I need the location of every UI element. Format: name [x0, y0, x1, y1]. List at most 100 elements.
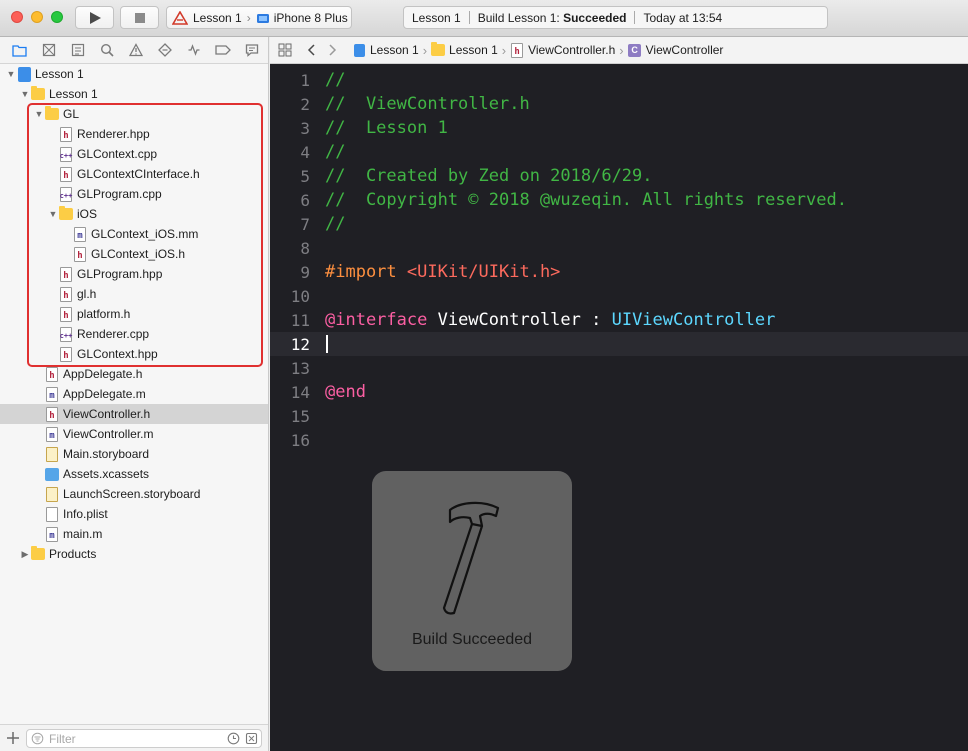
chevron-right-icon: ›: [501, 42, 507, 58]
tree-row[interactable]: h GLContext.hpp: [0, 344, 268, 364]
debug-navigator-tab[interactable]: [179, 40, 208, 60]
project-navigator-tab[interactable]: [5, 40, 34, 60]
tree-row[interactable]: m GLContext_iOS.mm: [0, 224, 268, 244]
code-line[interactable]: 13: [270, 356, 968, 380]
test-navigator-tab[interactable]: [150, 40, 179, 60]
code-line[interactable]: 12: [270, 332, 968, 356]
tree-row[interactable]: h Renderer.hpp: [0, 124, 268, 144]
tree-row[interactable]: m main.m: [0, 524, 268, 544]
code-line[interactable]: 9 #import <UIKit/UIKit.h>: [270, 260, 968, 284]
report-navigator-tab[interactable]: [237, 40, 266, 60]
code-text: // Copyright © 2018 @wuzeqin. All rights…: [325, 190, 847, 210]
tree-row-label: GLContextCInterface.h: [77, 167, 200, 181]
cpp-file-icon: c++: [59, 186, 73, 202]
tree-row[interactable]: ▼ Lesson 1: [0, 64, 268, 84]
project-icon: [352, 43, 366, 58]
tree-row[interactable]: ▶ Products: [0, 544, 268, 564]
code-line[interactable]: 14 @end: [270, 380, 968, 404]
folder-icon: [431, 42, 446, 58]
issue-navigator-tab[interactable]: [121, 40, 150, 60]
minimize-window-button[interactable]: [31, 11, 43, 23]
activity-project-label: Lesson 1: [412, 10, 461, 25]
code-line[interactable]: 16: [270, 428, 968, 452]
tree-row[interactable]: LaunchScreen.storyboard: [0, 484, 268, 504]
code-token: @end: [325, 382, 366, 402]
filter-options-icon[interactable]: [245, 732, 258, 745]
close-window-button[interactable]: [11, 11, 23, 23]
stop-button[interactable]: [120, 6, 159, 29]
code-line[interactable]: 11 @interface ViewController : UIViewCont…: [270, 308, 968, 332]
code-line[interactable]: 15: [270, 404, 968, 428]
disclosure-expanded-icon[interactable]: ▼: [5, 69, 17, 79]
jump-crumb-file[interactable]: h ViewController.h: [510, 42, 615, 58]
tree-row[interactable]: c++ GLContext.cpp: [0, 144, 268, 164]
code-line[interactable]: 4 //: [270, 140, 968, 164]
tree-row-label: AppDelegate.h: [63, 367, 143, 381]
symbol-navigator-tab[interactable]: [63, 40, 92, 60]
tree-row[interactable]: ▼ iOS: [0, 204, 268, 224]
h-file-icon: h: [45, 366, 59, 382]
chevron-right-icon: ›: [619, 42, 624, 58]
code-line[interactable]: 6 // Copyright © 2018 @wuzeqin. All right…: [270, 188, 968, 212]
add-icon[interactable]: [6, 731, 20, 745]
activity-divider: [634, 11, 636, 24]
folder-icon: [12, 44, 27, 57]
disclosure-expanded-icon[interactable]: ▼: [47, 209, 59, 219]
h-file-icon: h: [59, 346, 73, 362]
source-control-navigator-tab[interactable]: [34, 40, 63, 60]
related-items-icon[interactable]: [278, 43, 292, 57]
tree-row[interactable]: Info.plist: [0, 504, 268, 524]
tree-row[interactable]: m AppDelegate.m: [0, 384, 268, 404]
filter-field[interactable]: Filter: [26, 729, 262, 748]
h-file-icon: h: [59, 306, 73, 322]
scheme-device-label: iPhone 8 Plus: [273, 10, 348, 25]
tree-row[interactable]: Main.storyboard: [0, 444, 268, 464]
code-line[interactable]: 10: [270, 284, 968, 308]
code-text: //: [325, 142, 345, 162]
m-file-icon: m: [45, 526, 59, 542]
line-number: 15: [290, 406, 310, 426]
jump-crumb-project[interactable]: Lesson 1: [352, 43, 419, 58]
tree-row[interactable]: ▼ Lesson 1: [0, 84, 268, 104]
back-arrow-icon[interactable]: [306, 43, 316, 57]
activity-viewer: Lesson 1 Build Lesson 1: Succeeded Today…: [403, 6, 828, 29]
storyboard-icon: [45, 446, 59, 462]
scheme-selector[interactable]: Lesson 1 › iPhone 8 Plus: [166, 6, 352, 29]
plist-icon: [45, 506, 59, 522]
line-number: 3: [300, 118, 310, 138]
jump-crumb-symbol[interactable]: C ViewController: [628, 43, 723, 58]
breakpoint-navigator-tab[interactable]: [208, 40, 237, 60]
source-control-icon: [42, 43, 55, 57]
tree-row[interactable]: h ViewController.h: [0, 404, 268, 424]
code-line[interactable]: 3 // Lesson 1: [270, 116, 968, 140]
tree-row[interactable]: h GLContextCInterface.h: [0, 164, 268, 184]
code-line[interactable]: 7 //: [270, 212, 968, 236]
tree-row[interactable]: h GLProgram.hpp: [0, 264, 268, 284]
tree-row[interactable]: h AppDelegate.h: [0, 364, 268, 384]
tree-row[interactable]: m ViewController.m: [0, 424, 268, 444]
forward-arrow-icon[interactable]: [328, 43, 338, 57]
jump-crumb-group[interactable]: Lesson 1: [431, 42, 498, 58]
tree-row[interactable]: h platform.h: [0, 304, 268, 324]
disclosure-expanded-icon[interactable]: ▼: [19, 89, 31, 99]
tree-row-label: Renderer.hpp: [77, 127, 150, 141]
tree-row[interactable]: Assets.xcassets: [0, 464, 268, 484]
code-line[interactable]: 2 // ViewController.h: [270, 92, 968, 116]
find-navigator-tab[interactable]: [92, 40, 121, 60]
code-line[interactable]: 5 // Created by Zed on 2018/6/29.: [270, 164, 968, 188]
disclosure-collapsed-icon[interactable]: ▶: [19, 549, 31, 560]
tree-row[interactable]: h gl.h: [0, 284, 268, 304]
run-button[interactable]: [75, 6, 114, 29]
tree-row[interactable]: c++ Renderer.cpp: [0, 324, 268, 344]
disclosure-expanded-icon[interactable]: ▼: [33, 109, 45, 119]
recent-files-icon[interactable]: [227, 732, 240, 745]
zoom-window-button[interactable]: [51, 11, 63, 23]
m-file-icon: m: [45, 386, 59, 402]
code-line[interactable]: 8: [270, 236, 968, 260]
code-text: //: [325, 70, 345, 90]
tree-row[interactable]: h GLContext_iOS.h: [0, 244, 268, 264]
tree-row[interactable]: ▼ GL: [0, 104, 268, 124]
tree-row[interactable]: c++ GLProgram.cpp: [0, 184, 268, 204]
line-number: 12: [290, 334, 310, 354]
code-line[interactable]: 1 //: [270, 68, 968, 92]
